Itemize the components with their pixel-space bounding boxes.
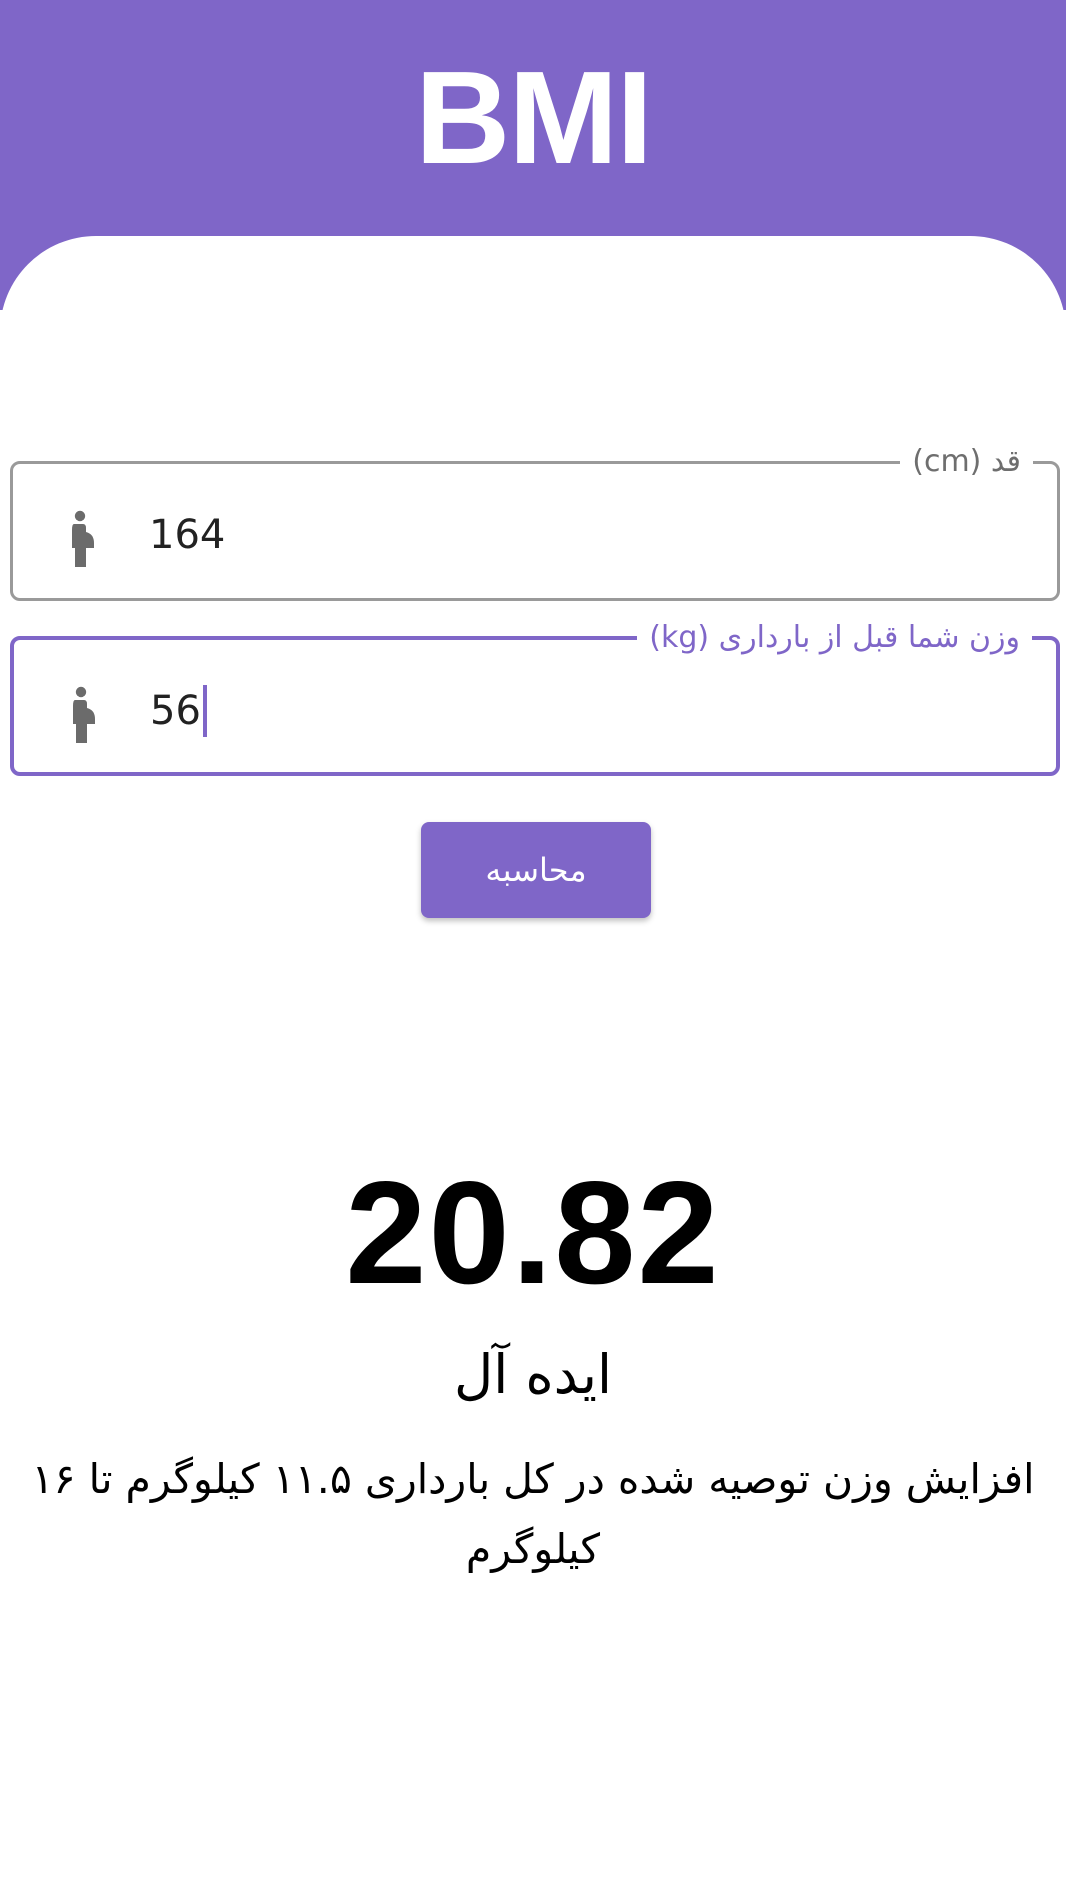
bmi-screen: BMI قد (cm) 164 وزن شما قبل از بارداری (…: [0, 0, 1066, 1897]
height-field[interactable]: قد (cm) 164: [10, 444, 1060, 601]
height-input[interactable]: 164: [149, 507, 225, 563]
height-field-label: قد (cm): [900, 444, 1033, 480]
bmi-status-label: ایده آل: [453, 1343, 613, 1406]
app-title: BMI: [415, 44, 653, 191]
pregnant-woman-icon: [62, 686, 102, 744]
bmi-result-value: 20.82: [345, 1151, 721, 1314]
weight-field[interactable]: وزن شما قبل از بارداری (kg) 56: [10, 620, 1060, 776]
weight-input[interactable]: 56: [150, 683, 207, 739]
calculate-button[interactable]: محاسبه: [421, 822, 651, 918]
weight-field-label: وزن شما قبل از بارداری (kg): [637, 620, 1032, 656]
weight-input-text: 56: [150, 688, 201, 734]
weight-gain-advice: افزایش وزن توصیه شده در کل بارداری ۱۱.۵ …: [31, 1455, 1035, 1573]
text-caret: [202, 685, 207, 737]
pregnant-woman-icon: [61, 510, 101, 568]
